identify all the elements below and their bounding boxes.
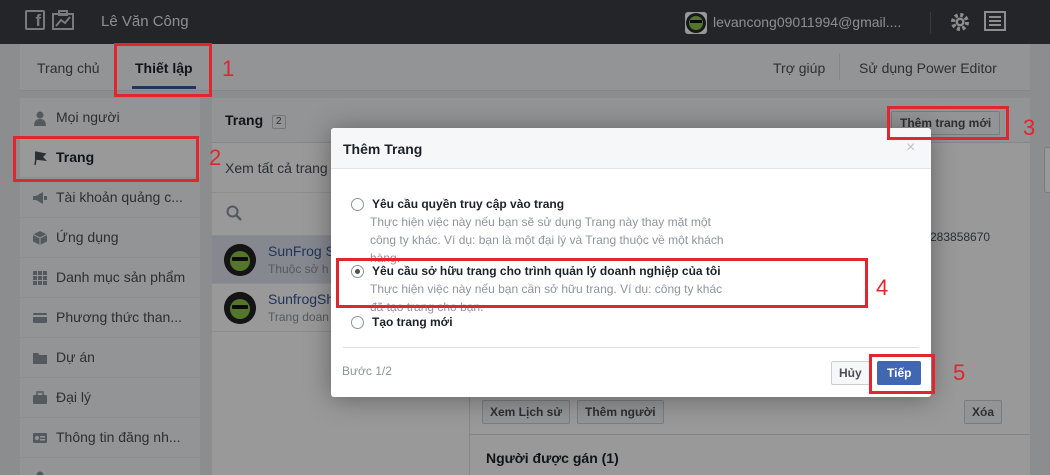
annotation-number: 3	[1023, 115, 1036, 140]
dialog-title: Thêm Trang	[343, 141, 423, 157]
radio-request-access[interactable]	[351, 198, 364, 211]
annotation-number: 2	[209, 145, 222, 170]
step-indicator: Bước 1/2	[342, 364, 392, 378]
radio-create-page[interactable]	[351, 316, 364, 329]
annotation-number: 5	[953, 360, 966, 385]
divider	[343, 347, 919, 348]
annotation-number: 4	[876, 275, 889, 300]
option-title: Yêu cầu quyền truy cập vào trang	[372, 197, 565, 211]
dialog-header: Thêm Trang ×	[331, 128, 931, 169]
option-title: Tạo trang mới	[372, 315, 453, 329]
annotation-box-settings	[114, 43, 212, 97]
annotation-box-add-page	[887, 106, 1009, 140]
annotation-box-claim-option	[336, 258, 868, 308]
close-icon[interactable]: ×	[906, 139, 915, 157]
annotation-box-pages	[13, 136, 199, 182]
cancel-button[interactable]: Hủy	[831, 361, 870, 385]
annotation-number: 1	[222, 56, 235, 81]
annotation-box-next	[869, 354, 935, 394]
